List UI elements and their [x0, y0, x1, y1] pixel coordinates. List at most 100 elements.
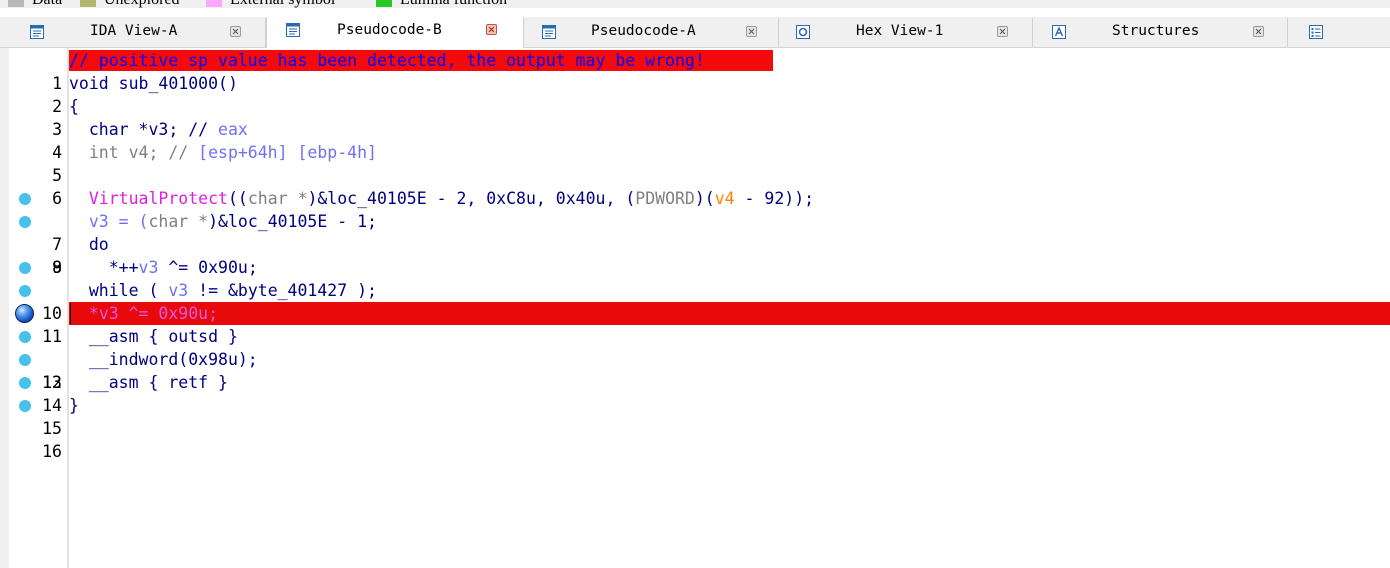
code-line-12-current[interactable]: 12 *v3 ^= 0x90u;: [0, 302, 1390, 392]
code-text[interactable]: void sub_401000(): [69, 72, 238, 95]
text-cursor: [70, 303, 71, 324]
code-token: v3 = (: [69, 212, 149, 231]
breakpoint-icon[interactable]: [19, 285, 31, 297]
function-token: VirtualProtect: [88, 189, 228, 208]
breakpoint-icon[interactable]: [19, 400, 31, 412]
code-token: - 92));: [734, 189, 815, 208]
code-text[interactable]: *v3 ^= 0x90u;: [69, 302, 218, 325]
code-line-4[interactable]: 4 char *v3; // eax: [0, 118, 1390, 162]
breakpoint-icon[interactable]: [19, 193, 31, 205]
tab-ida-view-a[interactable]: IDA View-A: [12, 18, 266, 47]
code-text[interactable]: __asm { retf }: [69, 371, 228, 394]
variable-token: v3: [138, 258, 159, 277]
close-icon[interactable]: [746, 26, 757, 37]
register-token: eax: [218, 120, 248, 139]
code-line-7[interactable]: 7 VirtualProtect((char *)&loc_40105E - 2…: [0, 187, 1390, 254]
breakpoint-icon[interactable]: [19, 354, 31, 366]
ida-window: Data Unexplored External symbol Lumina f…: [0, 0, 1390, 568]
code-token: *++: [69, 258, 139, 277]
pseudocode-icon: [286, 23, 300, 37]
tab-label: Pseudocode-B: [337, 22, 442, 38]
type-token: char *: [148, 212, 209, 231]
code-text[interactable]: VirtualProtect((char *)&loc_40105E - 2, …: [69, 187, 814, 210]
navigator-legend: Data Unexplored External symbol Lumina f…: [0, 0, 1390, 8]
view-tab-bar: IDA View-A Pseudocode-B Pseudocode-A Hex…: [0, 17, 1390, 48]
code-token: != &byte_401427 );: [188, 281, 377, 300]
code-token: while (: [69, 281, 169, 300]
hex-view-icon: [796, 25, 810, 39]
code-line-2[interactable]: 2 void sub_401000(): [0, 72, 1390, 116]
code-line-14[interactable]: 14 __indword(0x98u);: [0, 348, 1390, 415]
warning-comment[interactable]: // positive sp value has been detected, …: [69, 49, 705, 72]
current-line-highlight: [69, 302, 1390, 325]
code-text[interactable]: __asm { outsd }: [69, 325, 238, 348]
code-line-6[interactable]: 6: [0, 164, 1390, 208]
code-line-9[interactable]: 9 do: [0, 233, 1390, 277]
breakpoint-active-icon[interactable]: [15, 304, 34, 323]
legend-swatch-lumina-function: [376, 0, 392, 7]
variable-token: v4: [714, 189, 735, 208]
tab-hex-view-1[interactable]: Hex View-1: [779, 18, 1033, 47]
code-token: ^= 0x90u;: [118, 304, 219, 323]
type-token: PDWORD: [635, 189, 695, 208]
code-token: )&loc_40105E - 1;: [208, 212, 377, 231]
enums-icon: [1309, 25, 1323, 39]
legend-swatch-external-symbol: [206, 0, 222, 7]
tab-structures[interactable]: Structures: [1033, 18, 1288, 47]
legend-label: Lumina function: [400, 0, 507, 8]
tab-label: IDA View-A: [90, 23, 178, 39]
close-icon[interactable]: [230, 26, 241, 37]
code-text[interactable]: __indword(0x98u);: [69, 348, 258, 371]
code-line-16[interactable]: 16 }: [0, 394, 1390, 461]
code-line-10[interactable]: 10 *++v3 ^= 0x90u;: [0, 256, 1390, 323]
tab-label: Hex View-1: [856, 23, 944, 39]
tab-label: Pseudocode-A: [591, 23, 696, 39]
variable-token: v3: [168, 281, 189, 300]
legend-swatch-unexplored: [80, 0, 96, 7]
code-text[interactable]: *++v3 ^= 0x90u;: [69, 256, 258, 279]
tab-pseudocode-b[interactable]: Pseudocode-B: [266, 17, 524, 48]
close-icon[interactable]: [486, 24, 497, 35]
tab-pseudocode-a[interactable]: Pseudocode-A: [524, 18, 779, 47]
pseudocode-icon: [542, 25, 556, 39]
code-token: *: [69, 304, 99, 323]
legend-swatch-data: [8, 0, 24, 7]
register-token: [esp+64h] [ebp-4h]: [198, 143, 377, 162]
code-text[interactable]: int v4; // [esp+64h] [ebp-4h]: [69, 141, 377, 164]
code-line-5[interactable]: 5 int v4; // [esp+64h] [ebp-4h]: [0, 141, 1390, 185]
code-token: char *v3; //: [69, 120, 219, 139]
tab-label: Structures: [1112, 23, 1200, 39]
ida-view-icon: [30, 25, 44, 39]
code-line-13[interactable]: 13 __asm { outsd }: [0, 325, 1390, 392]
code-text[interactable]: while ( v3 != &byte_401427 );: [69, 279, 377, 302]
tab-enums[interactable]: [1288, 18, 1390, 47]
variable-token: v3: [98, 304, 119, 323]
breakpoint-icon[interactable]: [19, 216, 31, 228]
code-line-3[interactable]: 3 {: [0, 95, 1390, 139]
code-text[interactable]: do: [69, 233, 109, 256]
code-line-1[interactable]: 1 // positive sp value has been detected…: [0, 49, 1390, 93]
breakpoint-icon[interactable]: [19, 377, 31, 389]
code-line-15[interactable]: 15 __asm { retf }: [0, 371, 1390, 438]
code-line-11[interactable]: 11 while ( v3 != &byte_401427 );: [0, 279, 1390, 346]
type-token: char *: [247, 189, 308, 208]
code-text[interactable]: v3 = (char *)&loc_40105E - 1;: [69, 210, 377, 233]
legend-label: Unexplored: [104, 0, 180, 8]
code-token: ^= 0x90u;: [158, 258, 258, 277]
code-text[interactable]: {: [69, 95, 79, 118]
breakpoint-icon[interactable]: [19, 262, 31, 274]
structures-icon: [1052, 25, 1066, 39]
code-line-8[interactable]: 8 v3 = (char *)&loc_40105E - 1;: [0, 210, 1390, 277]
line-number: 16: [42, 442, 62, 461]
legend-label: Data: [32, 0, 62, 8]
code-token: )(: [694, 189, 715, 208]
code-token: )&loc_40105E - 2, 0xC8u, 0x40u, (: [307, 189, 636, 208]
code-token: ((: [227, 189, 248, 208]
code-text[interactable]: char *v3; // eax: [69, 118, 248, 141]
close-icon[interactable]: [997, 26, 1008, 37]
close-icon[interactable]: [1253, 26, 1264, 37]
code-token: int v4; //: [69, 143, 199, 162]
breakpoint-icon[interactable]: [19, 331, 31, 343]
legend-label: External symbol: [230, 0, 335, 8]
code-text[interactable]: }: [69, 394, 79, 417]
